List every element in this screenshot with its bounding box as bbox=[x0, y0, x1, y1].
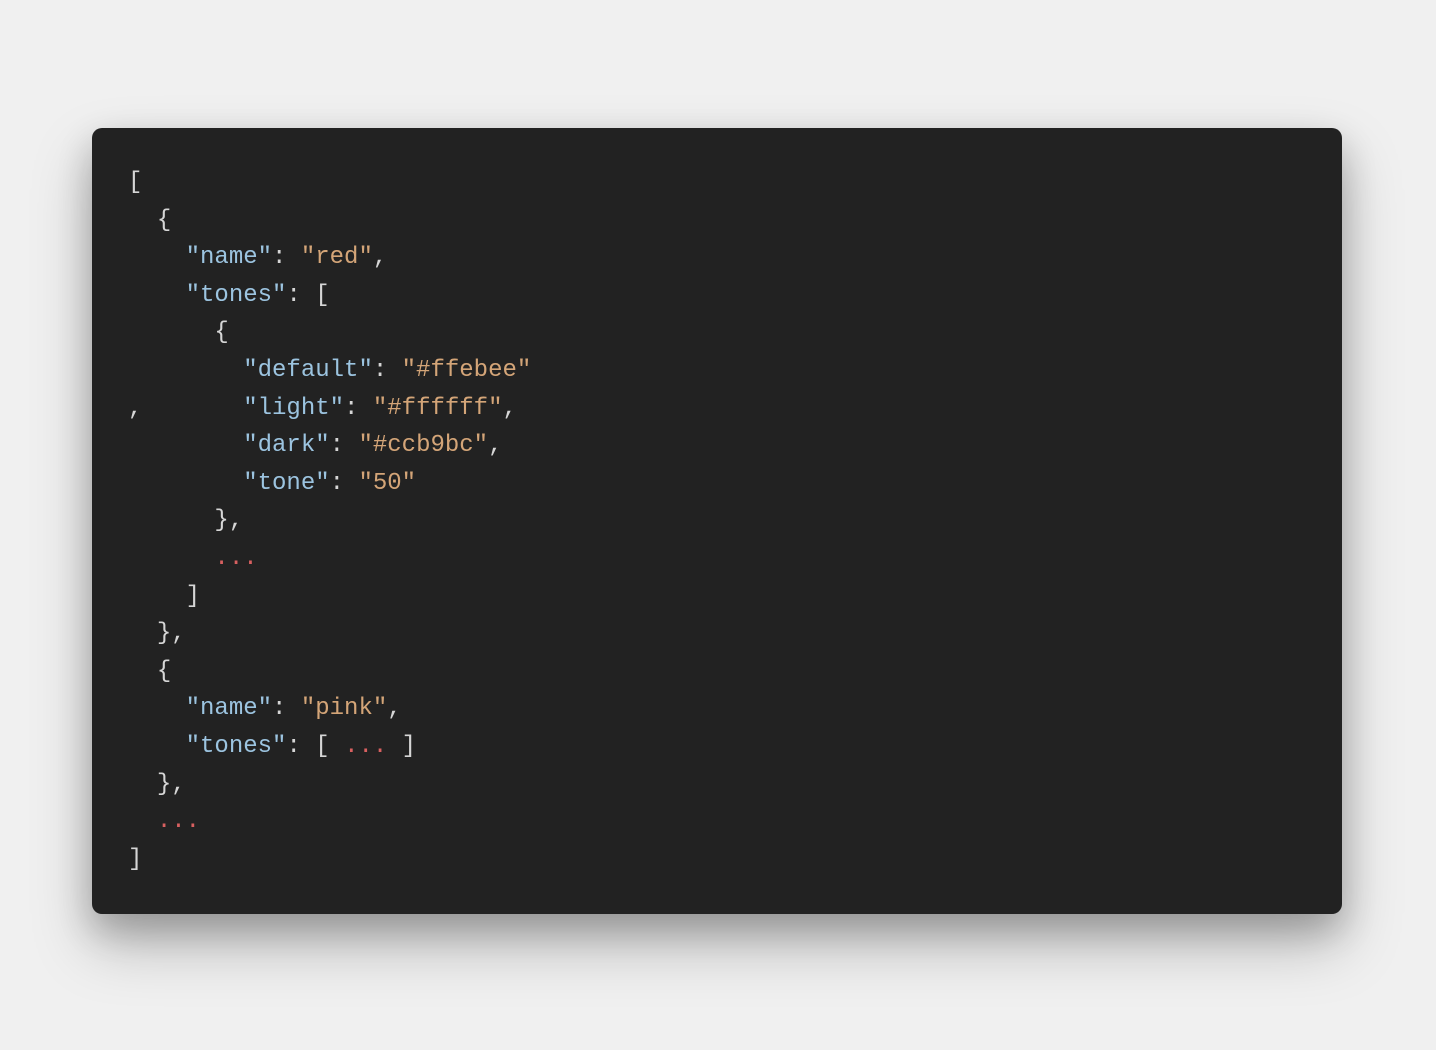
json-key: "name" bbox=[186, 244, 272, 271]
code-token bbox=[128, 207, 157, 234]
code-token bbox=[128, 244, 186, 271]
code-token: }, bbox=[157, 771, 186, 798]
code-token: , bbox=[387, 695, 401, 722]
code-token bbox=[128, 470, 243, 497]
code-token: : bbox=[272, 695, 301, 722]
json-string: "#ffffff" bbox=[373, 395, 503, 422]
code-token: [ bbox=[128, 169, 142, 196]
json-string: "#ccb9bc" bbox=[358, 432, 488, 459]
json-key: "tones" bbox=[186, 282, 287, 309]
json-string: "red" bbox=[301, 244, 373, 271]
code-token bbox=[128, 620, 157, 647]
code-token bbox=[128, 507, 214, 534]
code-token: , bbox=[502, 395, 516, 422]
ellipsis: ... bbox=[157, 808, 200, 835]
code-token: : bbox=[330, 470, 359, 497]
code-content: [ { "name": "red", "tones": [ { "default… bbox=[128, 164, 1306, 878]
code-token bbox=[128, 545, 214, 572]
code-token bbox=[128, 808, 157, 835]
code-token: { bbox=[214, 319, 228, 346]
code-token bbox=[128, 695, 186, 722]
code-token bbox=[128, 357, 243, 384]
json-key: "tones" bbox=[186, 733, 287, 760]
code-token bbox=[128, 771, 157, 798]
code-token: : bbox=[286, 733, 315, 760]
json-string: "50" bbox=[358, 470, 416, 497]
code-token: : bbox=[286, 282, 315, 309]
ellipsis: ... bbox=[344, 733, 387, 760]
code-token: ] bbox=[186, 583, 200, 610]
code-token: , bbox=[128, 395, 243, 422]
code-token: : bbox=[344, 395, 373, 422]
code-token bbox=[128, 583, 186, 610]
json-key: "name" bbox=[186, 695, 272, 722]
code-token: { bbox=[157, 207, 171, 234]
json-key: "tone" bbox=[243, 470, 329, 497]
code-token: , bbox=[488, 432, 502, 459]
code-token bbox=[128, 432, 243, 459]
code-token: }, bbox=[214, 507, 243, 534]
json-key: "default" bbox=[243, 357, 373, 384]
json-string: "#ffebee" bbox=[402, 357, 532, 384]
code-token: : bbox=[373, 357, 402, 384]
code-token: ] bbox=[128, 846, 142, 873]
json-key: "light" bbox=[243, 395, 344, 422]
code-token: { bbox=[157, 658, 171, 685]
code-token bbox=[128, 658, 157, 685]
code-token: }, bbox=[157, 620, 186, 647]
code-token bbox=[128, 733, 186, 760]
code-token: ] bbox=[387, 733, 416, 760]
code-token: [ bbox=[315, 733, 344, 760]
json-key: "dark" bbox=[243, 432, 329, 459]
code-token bbox=[128, 319, 214, 346]
code-token: , bbox=[373, 244, 387, 271]
code-token: : bbox=[330, 432, 359, 459]
ellipsis: ... bbox=[214, 545, 257, 572]
code-block: [ { "name": "red", "tones": [ { "default… bbox=[92, 128, 1342, 914]
code-token: [ bbox=[315, 282, 329, 309]
code-token: : bbox=[272, 244, 301, 271]
json-string: "pink" bbox=[301, 695, 387, 722]
code-token bbox=[128, 282, 186, 309]
